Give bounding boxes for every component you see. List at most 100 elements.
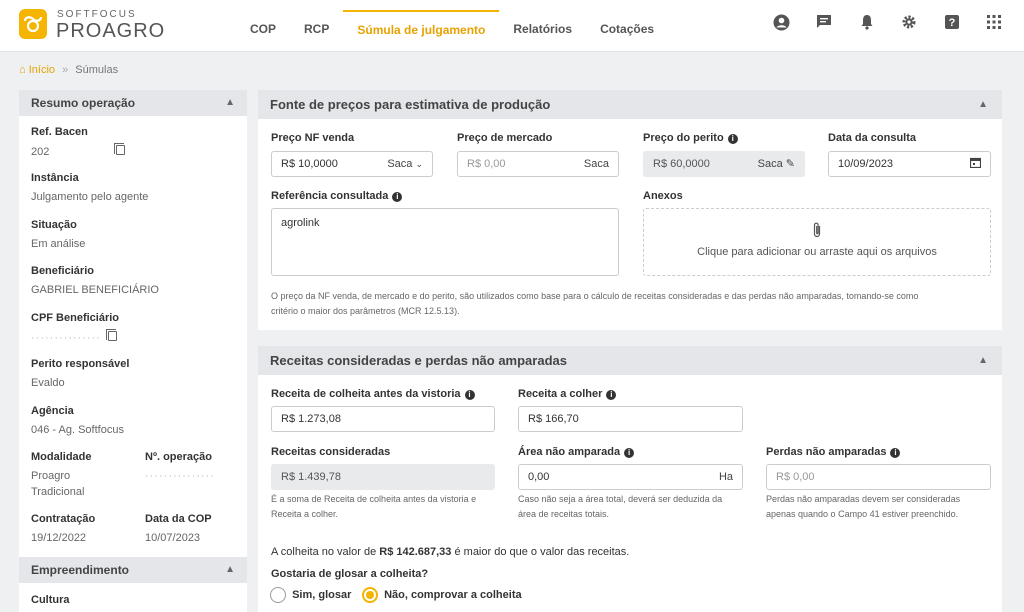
info-icon[interactable]: i xyxy=(624,448,635,458)
top-header: SOFTFOCUS PROAGRO COP RCP Súmula de julg… xyxy=(0,0,1024,52)
radio-nao-comprovar[interactable]: Não, comprovar a colheita xyxy=(362,587,522,603)
radio-sim-glosar[interactable]: Sim, glosar xyxy=(270,587,351,603)
data-consulta-value: 10/09/2023 xyxy=(838,158,894,170)
anexos-dropzone[interactable]: Clique para adicionar ou arraste aqui os… xyxy=(643,208,991,276)
preco-mercado-input[interactable]: R$ 0,00 Saca xyxy=(457,151,619,177)
receitas-consideradas-hint1: É a soma de Receita de colheita antes da… xyxy=(271,494,477,504)
label-noperacao: Nº. operação xyxy=(145,451,212,463)
info-icon[interactable]: i xyxy=(606,390,617,400)
nav-relatorios[interactable]: Relatórios xyxy=(499,10,586,50)
receita-a-colher-value: R$ 166,70 xyxy=(528,413,579,425)
copy-icon[interactable] xyxy=(114,143,126,155)
data-consulta-input[interactable]: 10/09/2023 xyxy=(828,151,991,177)
user-account-icon[interactable] xyxy=(772,14,790,32)
brand-main: PROAGRO xyxy=(56,20,166,42)
empreendimento-header[interactable]: Empreendimento ▲ xyxy=(19,557,247,583)
preco-nf-value: R$ 10,0000 xyxy=(281,158,338,170)
value-contratacao: 19/12/2022 xyxy=(31,532,87,544)
field-cpf: CPF Beneficiário ··············· xyxy=(31,312,119,344)
receitas-consideradas-input: R$ 1.439,78 xyxy=(271,464,495,490)
chevron-up-icon[interactable]: ▲ xyxy=(225,90,235,116)
preco-nf-input[interactable]: R$ 10,0000 Saca ⌄ xyxy=(271,151,433,177)
value-cpf: ··············· xyxy=(31,329,119,344)
calendar-icon[interactable] xyxy=(969,152,982,176)
radio-sim[interactable] xyxy=(270,587,286,603)
panel-receitas: Receitas consideradas e perdas não ampar… xyxy=(258,346,1002,612)
label-instancia: Instância xyxy=(31,172,79,184)
area-hint1: Caso não seja a área total, deverá ser d… xyxy=(518,494,723,504)
perdas-hint: Perdas não amparadas devem ser considera… xyxy=(766,492,998,522)
fonte-title: Fonte de preços para estimativa de produ… xyxy=(270,97,551,112)
empreendimento-title: Empreendimento xyxy=(31,563,130,577)
field-situacao: Situação Em análise xyxy=(31,219,85,250)
chevron-up-icon[interactable]: ▲ xyxy=(978,346,988,375)
radio-nao-label[interactable]: Não, comprovar a colheita xyxy=(384,589,522,601)
label-receitas-consideradas: Receitas consideradas xyxy=(271,446,391,458)
resumo-header[interactable]: Resumo operação ▲ xyxy=(19,90,247,116)
radio-nao[interactable] xyxy=(362,587,378,603)
nav-sumula[interactable]: Súmula de julgamento xyxy=(343,10,500,50)
copy-icon[interactable] xyxy=(106,329,118,341)
bell-icon[interactable] xyxy=(858,14,876,32)
info-icon[interactable]: i xyxy=(464,390,475,400)
info-icon[interactable]: i xyxy=(727,134,738,144)
label-anexos: Anexos xyxy=(643,190,683,202)
preco-perito-value: R$ 60,0000 xyxy=(653,158,710,170)
receitas-header[interactable]: Receitas consideradas e perdas não ampar… xyxy=(258,346,1002,375)
field-instancia: Instância Julgamento pelo agente xyxy=(31,172,148,203)
value-agencia: 046 - Ag. Softfocus xyxy=(31,424,124,436)
perdas-input[interactable]: R$ 0,00 xyxy=(766,464,991,490)
apps-grid-icon[interactable] xyxy=(985,14,1003,32)
receita-a-colher-input[interactable]: R$ 166,70 xyxy=(518,406,743,432)
field-noperacao: Nº. operação ··············· xyxy=(145,451,215,482)
gear-icon[interactable] xyxy=(900,14,918,32)
label-perito: Perito responsável xyxy=(31,358,130,370)
field-datacop: Data da COP 10/07/2023 xyxy=(145,513,212,544)
breadcrumb-current: Súmulas xyxy=(75,64,119,76)
nav-rcp[interactable]: RCP xyxy=(290,10,343,50)
value-modalidade-1: Proagro xyxy=(31,470,71,482)
chevron-up-icon[interactable]: ▲ xyxy=(978,90,988,119)
preco-mercado-placeholder: R$ 0,00 xyxy=(467,158,506,170)
resumo-title: Resumo operação xyxy=(31,96,136,110)
pencil-edit-icon[interactable]: ✎ xyxy=(786,158,795,170)
receitas-consideradas-hint2: Receita a colher. xyxy=(271,509,339,519)
chat-icon[interactable] xyxy=(815,14,833,32)
value-perito: Evaldo xyxy=(31,377,65,389)
area-unit: Ha xyxy=(718,471,733,483)
help-icon[interactable]: ? xyxy=(943,14,961,32)
referencia-textarea[interactable]: agrolink xyxy=(271,208,619,276)
info-icon[interactable]: i xyxy=(890,448,901,458)
receitas-title: Receitas consideradas e perdas não ampar… xyxy=(270,353,567,368)
preco-perito-unit: Saca xyxy=(757,158,783,170)
paperclip-icon xyxy=(644,221,990,242)
brand-top: SOFTFOCUS xyxy=(57,9,137,20)
nav-cop[interactable]: COP xyxy=(236,10,290,50)
panel-fonte-precos: Fonte de preços para estimativa de produ… xyxy=(258,90,1002,330)
label-modalidade: Modalidade xyxy=(31,451,92,463)
receita-colheita-input[interactable]: R$ 1.273,08 xyxy=(271,406,495,432)
fonte-header[interactable]: Fonte de preços para estimativa de produ… xyxy=(258,90,1002,119)
radio-sim-label[interactable]: Sim, glosar xyxy=(292,589,351,601)
label-receita-colheita: Receita de colheita antes da vistoria i xyxy=(271,388,475,400)
nav-cotacoes[interactable]: Cotações xyxy=(586,10,668,50)
label-beneficiario: Beneficiário xyxy=(31,265,94,277)
receitas-consideradas-value: R$ 1.439,78 xyxy=(281,471,341,483)
label-perdas: Perdas não amparadas i xyxy=(766,446,901,458)
field-perito: Perito responsável Evaldo xyxy=(31,358,129,389)
fonte-note: O preço da NF venda, de mercado e do per… xyxy=(271,289,991,319)
anexos-text: Clique para adicionar ou arraste aqui os… xyxy=(697,246,937,258)
area-hint2: área de receitas totais. xyxy=(518,509,610,519)
field-contratacao: Contratação 19/12/2022 xyxy=(31,513,95,544)
area-nao-amparada-input[interactable]: 0,00 Ha xyxy=(518,464,743,490)
value-noperacao: ··············· xyxy=(145,470,215,482)
breadcrumb-home[interactable]: Início xyxy=(29,64,55,76)
info-icon[interactable]: i xyxy=(392,192,403,202)
chevron-up-icon[interactable]: ▲ xyxy=(225,557,235,583)
preco-perito-input: R$ 60,0000 Saca ✎ xyxy=(643,151,805,177)
fonte-note-line1: O preço da NF venda, de mercado e do per… xyxy=(271,291,919,301)
home-icon[interactable]: ⌂ xyxy=(19,64,26,76)
field-cultura: Cultura xyxy=(31,594,70,606)
preco-nf-unit-select[interactable]: Saca ⌄ xyxy=(387,152,423,176)
proagro-logo-icon[interactable] xyxy=(19,9,47,39)
